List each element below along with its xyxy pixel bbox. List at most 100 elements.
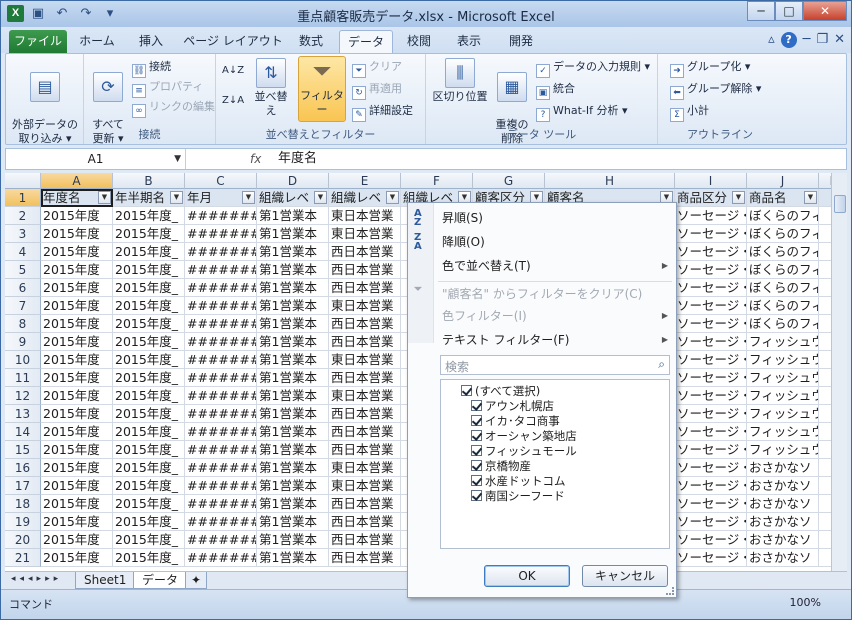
table-cell[interactable]: ソーセージ・ [675,441,747,459]
row-header[interactable]: 9 [5,333,41,351]
table-cell[interactable]: 2015年度 [41,459,113,477]
tab-view[interactable]: 表示 [449,30,489,53]
column-header-E[interactable]: E [329,173,401,189]
table-cell[interactable]: 2015年度_ [113,513,185,531]
row-header[interactable]: 5 [5,261,41,279]
table-cell[interactable]: 東日本営業 [329,459,401,477]
data-validation-button[interactable]: ✓ データの入力規則 ▾ [536,58,650,78]
row-header[interactable]: 11 [5,369,41,387]
formula-input[interactable]: 年度名 [278,149,317,169]
table-cell[interactable]: 2015年度_ [113,315,185,333]
checkbox-checked-icon[interactable] [471,415,482,426]
table-cell[interactable] [819,477,831,495]
table-cell[interactable]: ソーセージ・ [675,333,747,351]
table-cell[interactable]: フィッシュウ [747,405,819,423]
table-cell[interactable]: ソーセージ・ [675,531,747,549]
table-cell[interactable]: 東日本営業 [329,351,401,369]
tab-review[interactable]: 校閲 [401,30,437,53]
sort-button[interactable]: ⇅ 並べ替え [250,58,292,118]
table-cell[interactable]: ぼくらのフィ [747,315,819,333]
row-header[interactable]: 15 [5,441,41,459]
table-cell[interactable]: おさかなソ [747,549,819,567]
filter-dropdown-icon[interactable]: ▼ [732,191,745,204]
table-cell[interactable] [819,459,831,477]
zoom-level[interactable]: 100% [790,596,821,609]
filter-button[interactable]: ⏷ フィルター [298,56,346,122]
table-cell[interactable]: ######## [185,207,257,225]
table-cell[interactable]: ぼくらのフィ [747,279,819,297]
filter-list-item[interactable]: オーシャン築地店 [471,429,577,444]
table-cell[interactable]: 第1営業本 [257,549,329,567]
table-cell[interactable] [819,207,831,225]
table-cell[interactable]: 2015年度_ [113,441,185,459]
table-cell[interactable]: ソーセージ・ [675,369,747,387]
table-cell[interactable]: 第1営業本 [257,315,329,333]
doc-minimize-icon[interactable]: ─ [803,32,811,48]
table-cell[interactable]: 西日本営業 [329,315,401,333]
tab-insert[interactable]: 挿入 [129,30,173,53]
text-filter-item[interactable]: テキスト フィルター(F) ▶ [408,329,676,351]
tab-home[interactable]: ホーム [75,30,119,53]
table-cell[interactable]: 2015年度 [41,531,113,549]
table-cell[interactable] [819,513,831,531]
table-cell[interactable]: 2015年度 [41,297,113,315]
table-cell[interactable]: ぼくらのフィ [747,261,819,279]
table-cell[interactable]: ######## [185,333,257,351]
column-header-G[interactable]: G [473,173,545,189]
filter-dropdown-icon[interactable]: ▼ [804,191,817,204]
checkbox-checked-icon[interactable] [471,445,482,456]
table-cell[interactable]: 西日本営業 [329,549,401,567]
what-if-button[interactable]: ? What-If 分析 ▾ [536,102,628,122]
table-cell[interactable]: 2015年度 [41,441,113,459]
table-cell[interactable] [819,351,831,369]
table-cell[interactable]: 第1営業本 [257,405,329,423]
table-cell[interactable]: ######## [185,405,257,423]
select-all-corner[interactable] [5,173,41,189]
filter-dropdown-icon[interactable]: ▼ [170,191,183,204]
table-cell[interactable] [819,333,831,351]
column-header-J[interactable]: J [747,173,819,189]
table-cell[interactable]: 第1営業本 [257,369,329,387]
table-cell[interactable]: 第1営業本 [257,441,329,459]
column-header-C[interactable]: C [185,173,257,189]
table-cell[interactable]: ######## [185,513,257,531]
color-filter-item[interactable]: 色フィルター(I) ▶ [408,305,676,327]
column-header-I[interactable]: I [675,173,747,189]
filter-list-item[interactable]: フィッシュモール [471,444,577,459]
header-cell[interactable] [819,189,831,207]
filter-list-item[interactable]: 水産ドットコム [471,474,566,489]
sort-ascending-button[interactable]: A↓Z [222,62,244,80]
table-cell[interactable]: 2015年度 [41,423,113,441]
consolidate-button[interactable]: ▣ 統合 [536,80,575,100]
table-cell[interactable]: 東日本営業 [329,207,401,225]
table-cell[interactable]: ######## [185,387,257,405]
sort-descending-button[interactable]: Z↓A [222,92,244,110]
table-cell[interactable]: 2015年度 [41,513,113,531]
row-header[interactable]: 20 [5,531,41,549]
table-cell[interactable]: ######## [185,549,257,567]
table-cell[interactable] [819,261,831,279]
table-cell[interactable]: ######## [185,279,257,297]
tab-file[interactable]: ファイル [9,30,67,53]
table-cell[interactable]: ######## [185,297,257,315]
table-cell[interactable]: ソーセージ・ [675,261,747,279]
sort-ascending-item[interactable]: A Z 昇順(S) [408,207,676,229]
table-cell[interactable]: 第1営業本 [257,243,329,261]
row-header[interactable]: 4 [5,243,41,261]
table-cell[interactable]: ######## [185,495,257,513]
table-cell[interactable]: 第1営業本 [257,459,329,477]
table-cell[interactable]: おさかなソ [747,531,819,549]
table-cell[interactable]: 2015年度 [41,243,113,261]
close-icon[interactable]: ✕ [803,1,847,21]
table-cell[interactable]: ソーセージ・ [675,279,747,297]
row-header[interactable]: 6 [5,279,41,297]
table-cell[interactable]: 2015年度_ [113,279,185,297]
filter-list-item[interactable]: アウン札幌店 [471,399,554,414]
filter-dropdown-icon[interactable]: ▼ [98,191,111,204]
table-cell[interactable]: フィッシュウ [747,423,819,441]
table-cell[interactable]: ソーセージ・ [675,225,747,243]
table-cell[interactable]: ######## [185,369,257,387]
table-cell[interactable]: 2015年度 [41,405,113,423]
table-cell[interactable]: 西日本営業 [329,423,401,441]
table-cell[interactable]: 2015年度_ [113,297,185,315]
